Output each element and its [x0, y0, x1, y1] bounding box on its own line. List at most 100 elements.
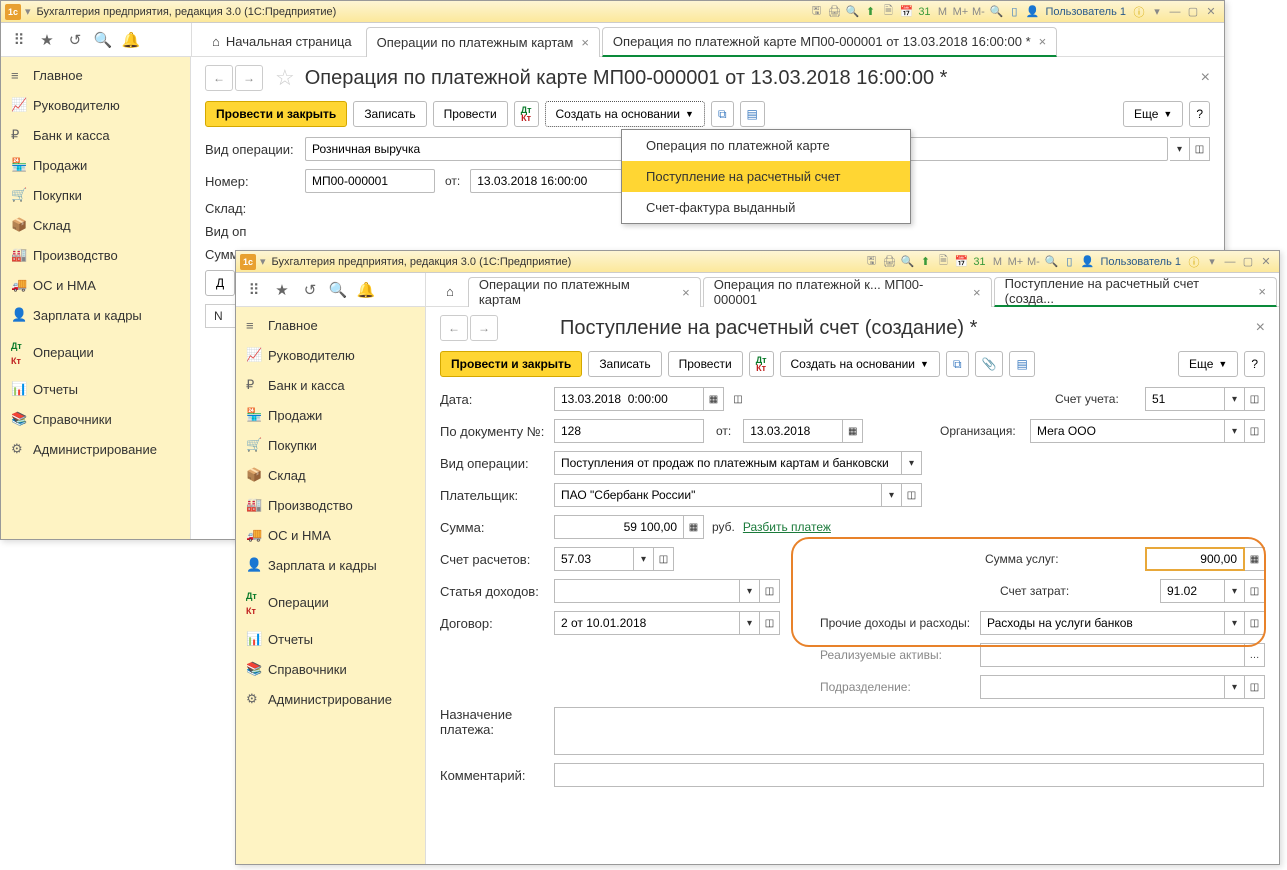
- dropdown-icon[interactable]: ▾: [882, 483, 902, 507]
- sum-input[interactable]: [554, 515, 684, 539]
- docdate-input[interactable]: [743, 419, 843, 443]
- maximize-icon[interactable]: ▢: [1239, 254, 1257, 270]
- favorite-icon[interactable]: ☆: [275, 65, 295, 91]
- info-caret-icon[interactable]: ▾: [1148, 4, 1166, 20]
- dropdown-icon[interactable]: ▾: [1225, 611, 1245, 635]
- dropdown-icon[interactable]: ▾: [1225, 579, 1245, 603]
- bell-icon[interactable]: 🔔: [117, 26, 145, 54]
- doc-icon[interactable]: 🗎: [879, 4, 897, 20]
- zoom-icon[interactable]: 🔍: [987, 4, 1005, 20]
- open-icon[interactable]: ◫: [760, 579, 780, 603]
- open-icon[interactable]: ◫: [1190, 137, 1210, 161]
- calendar-icon[interactable]: ▦: [704, 387, 724, 411]
- help-button[interactable]: ?: [1189, 101, 1210, 127]
- add-button[interactable]: Д: [205, 270, 235, 296]
- search-icon[interactable]: 🔍: [89, 26, 117, 54]
- sidebar-item-operations[interactable]: ДтКтОперации: [1, 330, 190, 374]
- more-button[interactable]: Еще▼: [1123, 101, 1183, 127]
- menu-item-operation-card[interactable]: Операция по платежной карте: [622, 130, 910, 161]
- dropdown-icon[interactable]: ▾: [1225, 419, 1245, 443]
- sidebar-item-main[interactable]: ≡Главное: [236, 311, 425, 340]
- user-label[interactable]: Пользователь 1: [1100, 256, 1181, 268]
- zoom-icon[interactable]: 🔍: [1042, 254, 1060, 270]
- income-input[interactable]: [554, 579, 740, 603]
- sidebar-item-assets[interactable]: 🚚ОС и НМА: [236, 520, 425, 550]
- dropdown-icon[interactable]: ▾: [740, 611, 760, 635]
- post-button[interactable]: Провести: [433, 101, 508, 127]
- record-button[interactable]: Записать: [588, 351, 661, 377]
- page-close-icon[interactable]: ×: [1201, 69, 1210, 87]
- doc-icon[interactable]: 🗎: [934, 254, 952, 270]
- tab-operations[interactable]: Операции по платежным картам×: [468, 277, 701, 307]
- close-icon[interactable]: ×: [973, 285, 981, 300]
- calendar-icon[interactable]: 📅: [897, 4, 915, 20]
- sidebar-item-bank[interactable]: ₽Банк и касса: [236, 370, 425, 400]
- sidebar-item-assets[interactable]: 🚚ОС и НМА: [1, 270, 190, 300]
- menu-item-bank-receipt[interactable]: Поступление на расчетный счет: [622, 161, 910, 192]
- sidebar-item-production[interactable]: 🏭Производство: [236, 490, 425, 520]
- structure-button[interactable]: ⧉: [711, 101, 734, 127]
- calc-icon[interactable]: ▦: [684, 515, 704, 539]
- sidebar-item-warehouse[interactable]: 📦Склад: [1, 210, 190, 240]
- preview-icon[interactable]: 🔍: [898, 254, 916, 270]
- docnum-input[interactable]: [554, 419, 704, 443]
- date-input[interactable]: [554, 387, 704, 411]
- sidebar-item-admin[interactable]: ⚙Администрирование: [236, 684, 425, 714]
- sidebar-item-admin[interactable]: ⚙Администрирование: [1, 434, 190, 464]
- sidebar-item-manager[interactable]: 📈Руководителю: [1, 90, 190, 120]
- forward-button[interactable]: →: [470, 315, 498, 341]
- open-icon[interactable]: ◫: [1245, 419, 1265, 443]
- history-icon[interactable]: ↺: [61, 26, 89, 54]
- calendar-icon[interactable]: 📅: [952, 254, 970, 270]
- panes-icon[interactable]: ▯: [1060, 254, 1078, 270]
- comment-input[interactable]: [554, 763, 1264, 787]
- date-icon[interactable]: 31: [915, 4, 933, 20]
- dropdown-icon[interactable]: ▾: [1225, 387, 1245, 411]
- date-field[interactable]: [470, 169, 630, 193]
- dtkt-button[interactable]: ДтКт: [514, 101, 539, 127]
- history-icon[interactable]: ↺: [296, 276, 324, 304]
- minimize-icon[interactable]: —: [1221, 254, 1239, 270]
- attach-button[interactable]: 📎: [975, 351, 1004, 377]
- m-icon[interactable]: M: [988, 254, 1006, 270]
- split-link[interactable]: Разбить платеж: [743, 520, 831, 534]
- open-icon[interactable]: ◫: [1245, 611, 1265, 635]
- sidebar-item-manager[interactable]: 📈Руководителю: [236, 340, 425, 370]
- apps-icon[interactable]: ⠿: [5, 26, 33, 54]
- other-input[interactable]: [980, 611, 1225, 635]
- sidebar-item-purchases[interactable]: 🛒Покупки: [1, 180, 190, 210]
- dept-input[interactable]: [980, 675, 1225, 699]
- apps-icon[interactable]: ⠿: [240, 276, 268, 304]
- list-button[interactable]: ▤: [740, 101, 765, 127]
- ellipsis-icon[interactable]: …: [1245, 643, 1265, 667]
- dropdown-icon[interactable]: ▾: [1170, 137, 1190, 161]
- close-icon[interactable]: ×: [1258, 284, 1266, 299]
- open-icon[interactable]: ◫: [1245, 675, 1265, 699]
- dropdown-icon[interactable]: ▾: [1225, 675, 1245, 699]
- tab-operation-card[interactable]: Операция по платежной к... МП00-000001×: [703, 277, 992, 307]
- panes-icon[interactable]: ▯: [1005, 4, 1023, 20]
- sidebar-item-main[interactable]: ≡Главное: [1, 61, 190, 90]
- preview-icon[interactable]: 🔍: [843, 4, 861, 20]
- user-label[interactable]: Пользователь 1: [1045, 6, 1126, 18]
- app-menu-caret-icon[interactable]: ▾: [25, 5, 31, 18]
- sidebar-item-reports[interactable]: 📊Отчеты: [236, 624, 425, 654]
- app-menu-caret-icon[interactable]: ▾: [260, 255, 266, 268]
- save-icon[interactable]: 🖫: [807, 4, 825, 20]
- page-close-icon[interactable]: ×: [1256, 319, 1265, 337]
- save-icon[interactable]: 🖫: [862, 254, 880, 270]
- close-icon[interactable]: ×: [1039, 34, 1047, 49]
- date-input[interactable]: [477, 174, 623, 188]
- date-icon[interactable]: 31: [970, 254, 988, 270]
- bell-icon[interactable]: 🔔: [352, 276, 380, 304]
- assets-input[interactable]: [980, 643, 1245, 667]
- post-button[interactable]: Провести: [668, 351, 743, 377]
- forward-button[interactable]: →: [235, 65, 263, 91]
- post-close-button[interactable]: Провести и закрыть: [440, 351, 582, 377]
- calendar-icon[interactable]: ▦: [843, 419, 863, 443]
- search-icon[interactable]: 🔍: [324, 276, 352, 304]
- sidebar-item-salary[interactable]: 👤Зарплата и кадры: [236, 550, 425, 580]
- sidebar-item-production[interactable]: 🏭Производство: [1, 240, 190, 270]
- tab-home[interactable]: ⌂Начальная страница: [198, 27, 366, 57]
- num-field[interactable]: [305, 169, 435, 193]
